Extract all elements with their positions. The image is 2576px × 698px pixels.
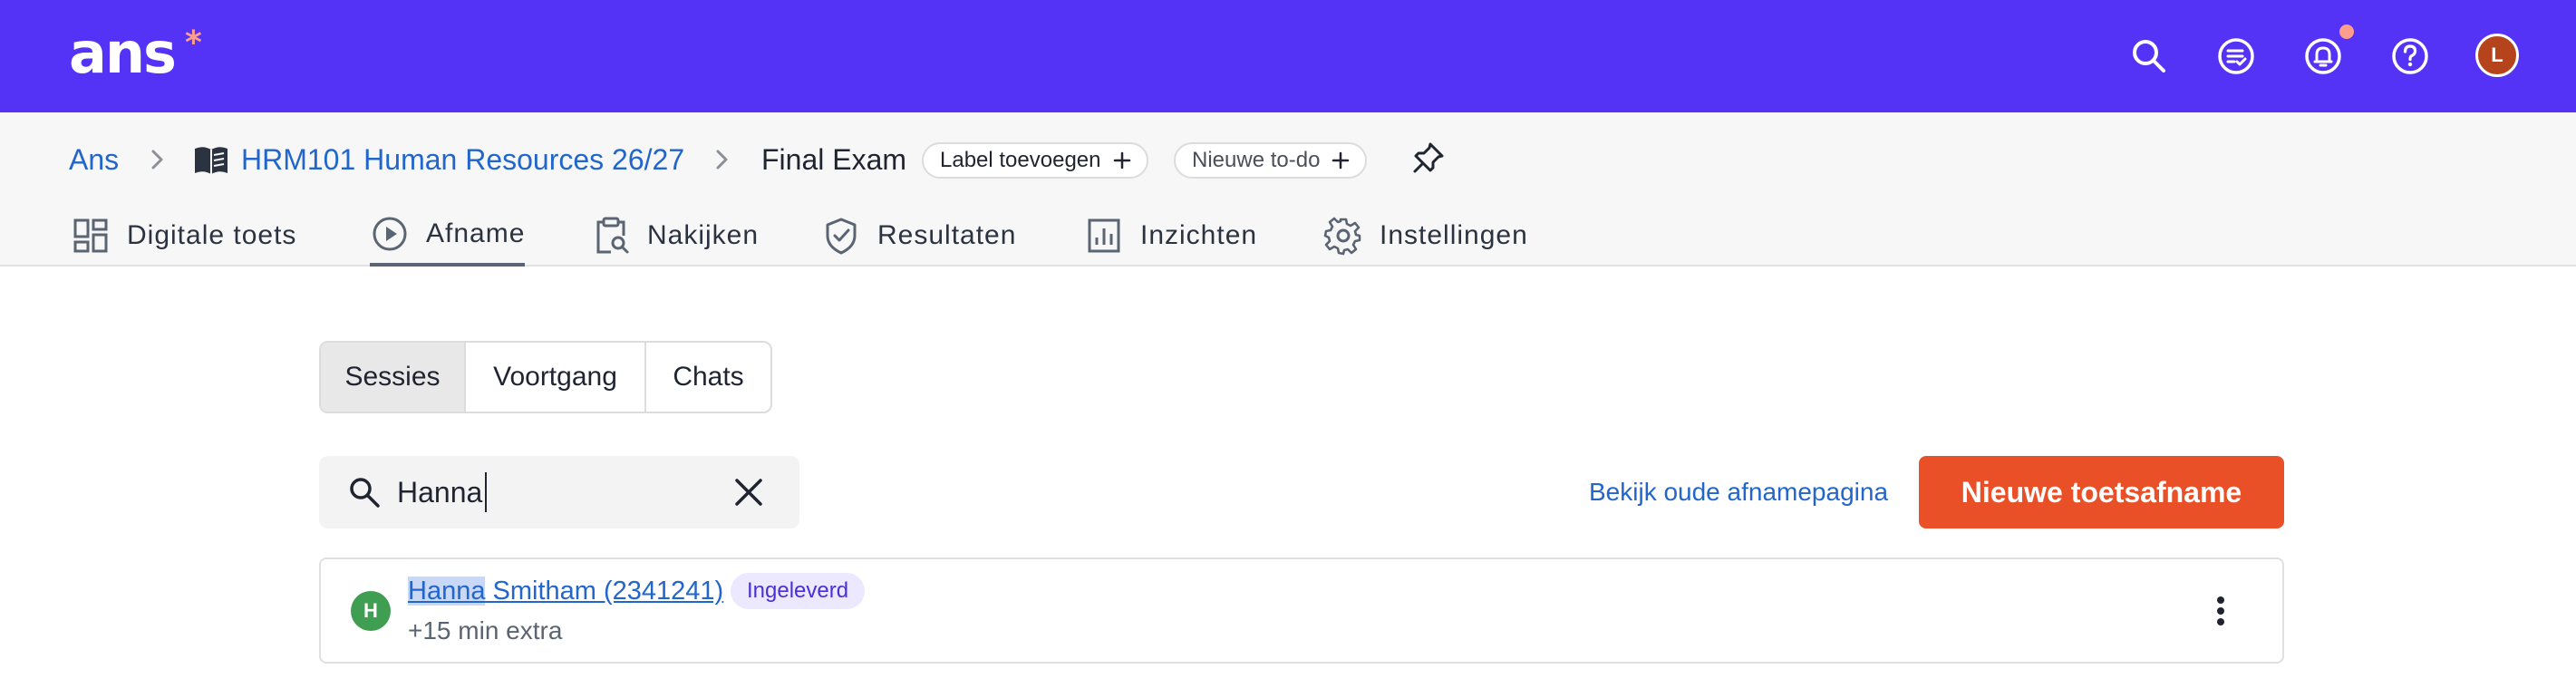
student-avatar: H — [351, 591, 391, 631]
breadcrumb-current: Final Exam — [761, 143, 907, 176]
tab-instellingen[interactable]: Instellingen — [1323, 205, 1528, 267]
search-highlight: Hanna — [408, 577, 486, 606]
tab-label: Instellingen — [1380, 220, 1528, 250]
play-circle-icon — [373, 217, 407, 251]
view-segmented-control: Sessies Voortgang Chats — [319, 341, 772, 413]
tab-resultaten[interactable]: Resultaten — [821, 205, 1016, 267]
student-name-link[interactable]: Hanna Smitham (2341241) — [408, 573, 723, 609]
user-avatar[interactable]: L — [2475, 34, 2519, 77]
gear-icon — [1323, 217, 1361, 256]
chevron-right-icon — [151, 150, 163, 170]
clipboard-search-icon — [596, 217, 629, 254]
book-icon — [195, 147, 228, 174]
status-badge: Ingeleverd — [731, 573, 866, 609]
more-options-icon[interactable] — [2202, 592, 2240, 630]
segment-voortgang[interactable]: Voortgang — [466, 343, 646, 412]
segment-sessies[interactable]: Sessies — [321, 343, 466, 412]
dashboard-icon — [73, 218, 108, 253]
tab-inzichten[interactable]: Inzichten — [1084, 205, 1257, 267]
extra-time-text: +15 min extra — [408, 616, 563, 645]
bar-chart-icon — [1088, 218, 1120, 253]
notification-dot — [2339, 24, 2354, 39]
tab-label: Digitale toets — [127, 220, 297, 250]
bell-icon[interactable] — [2301, 34, 2345, 78]
new-todo-button[interactable]: Nieuwe to-do — [1174, 142, 1368, 179]
ans-logo[interactable]: ans — [69, 22, 177, 85]
add-label-text: Label toevoegen — [940, 148, 1101, 172]
tab-label: Resultaten — [877, 220, 1017, 250]
plus-icon — [1113, 151, 1130, 170]
shield-check-icon — [826, 218, 857, 255]
tab-nakijken[interactable]: Nakijken — [591, 205, 759, 267]
help-icon[interactable] — [2388, 34, 2432, 78]
tab-label: Inzichten — [1140, 220, 1258, 250]
chevron-right-icon — [716, 150, 728, 170]
breadcrumb-course-link[interactable]: HRM101 Human Resources 26/27 — [241, 139, 684, 180]
tab-afname[interactable]: Afname — [370, 205, 526, 267]
breadcrumb-root-link[interactable]: Ans — [69, 139, 119, 180]
old-page-link[interactable]: Bekijk oude afnamepagina — [1589, 471, 1888, 513]
checklist-icon[interactable] — [2214, 34, 2258, 78]
search-icon[interactable] — [2127, 34, 2171, 78]
logo-star: * — [185, 24, 202, 62]
search-icon — [350, 478, 380, 508]
add-label-button[interactable]: Label toevoegen — [922, 142, 1148, 179]
close-icon[interactable] — [730, 473, 768, 511]
tab-label: Afname — [426, 218, 526, 248]
new-todo-text: Nieuwe to-do — [1192, 148, 1321, 172]
session-card: H Hanna Smitham (2341241) Ingeleverd +15… — [319, 557, 2284, 664]
search-input[interactable] — [397, 471, 669, 513]
tab-digitale-toets[interactable]: Digitale toets — [71, 205, 296, 267]
top-bar: ans * L — [0, 0, 2576, 112]
plus-icon — [1332, 151, 1350, 170]
text-caret — [485, 472, 487, 512]
student-name-rest: Smitham (2341241) — [485, 577, 724, 606]
tab-label: Nakijken — [647, 220, 760, 250]
search-box — [319, 456, 799, 528]
segment-chats[interactable]: Chats — [646, 343, 770, 412]
pin-icon[interactable] — [1410, 140, 1447, 176]
new-exam-session-button[interactable]: Nieuwe toetsafname — [1919, 456, 2284, 528]
